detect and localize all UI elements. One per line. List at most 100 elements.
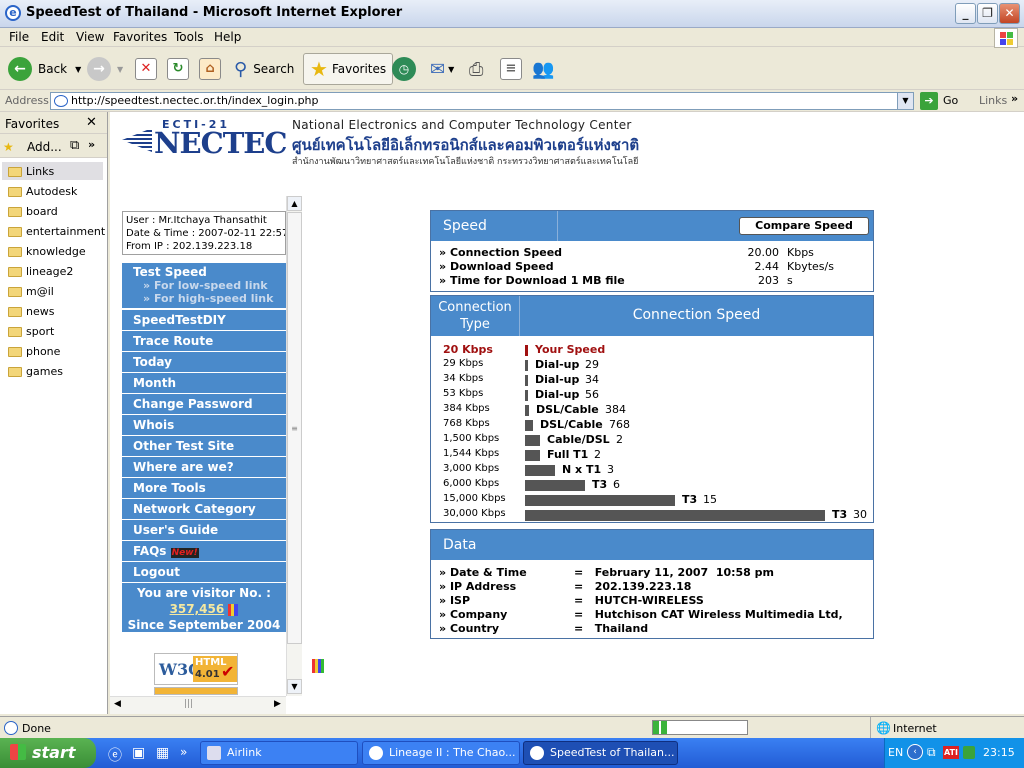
scroll-up-icon[interactable]: ▲: [287, 196, 302, 211]
refresh-icon: ↻: [167, 58, 189, 80]
print-button[interactable]: ⎙: [469, 53, 483, 85]
nav-item-today[interactable]: Today: [122, 352, 286, 373]
nav-item-trace-route[interactable]: Trace Route: [122, 331, 286, 352]
dropdown-arrow-icon: ▼: [75, 64, 82, 74]
nav-item-speedtestdiy[interactable]: SpeedTestDIY: [122, 310, 286, 331]
speed-bar-multiplier: 29: [585, 358, 599, 371]
go-arrow-icon[interactable]: ➔: [920, 92, 938, 110]
data-row-company-value: = Hutchison CAT Wireless Multimedia Ltd,: [574, 608, 843, 621]
speed-bar-multiplier: 2: [594, 448, 601, 461]
menu-view[interactable]: View: [76, 30, 104, 44]
stop-button[interactable]: ✕: [135, 53, 157, 85]
media-quicklaunch-icon[interactable]: ▦: [156, 745, 169, 761]
security-zone: Internet: [893, 722, 937, 735]
menu-file[interactable]: File: [9, 30, 29, 44]
menu-favorites[interactable]: Favorites: [113, 30, 167, 44]
folder-icon: [8, 247, 22, 257]
search-button[interactable]: ⚲ Search: [234, 53, 294, 85]
folder-icon: [8, 307, 22, 317]
nav-item-whois[interactable]: Whois: [122, 415, 286, 436]
visitor-count[interactable]: 357,456: [170, 602, 225, 616]
speed-bar-multiplier: 768: [609, 418, 630, 431]
mail-button[interactable]: ✉ ▼: [430, 53, 454, 85]
speed-panel: Speed Compare Speed » Connection Speed 2…: [430, 210, 874, 292]
nav-item-network-category[interactable]: Network Category: [122, 499, 286, 520]
chevron-right-icon[interactable]: »: [1011, 92, 1018, 105]
scroll-left-icon[interactable]: ◀: [114, 699, 121, 709]
nav-item-change-password[interactable]: Change Password: [122, 394, 286, 415]
folder-quicklaunch-icon[interactable]: ▣: [132, 745, 145, 761]
favorites-button[interactable]: ★ Favorites: [303, 53, 394, 85]
nav-item-where-are-we[interactable]: Where are we?: [122, 457, 286, 478]
messenger-button[interactable]: 👥: [532, 53, 554, 85]
network-tray-icon[interactable]: ⧉: [927, 745, 936, 760]
folder-icon: [8, 347, 22, 357]
speed-bar-label: Dial-up: [535, 388, 580, 401]
status-bar: Done 🌐 Internet: [0, 716, 1024, 738]
speed-bar-label: Cable/DSL: [547, 433, 610, 446]
speed-bar: [525, 480, 585, 491]
edit-button[interactable]: ≡: [500, 53, 522, 85]
more-quicklaunch-icon[interactable]: »: [180, 745, 187, 759]
nav-item-faqs[interactable]: FAQs New!: [122, 541, 286, 562]
nav-item-month[interactable]: Month: [122, 373, 286, 394]
chevron-right-icon[interactable]: »: [88, 138, 95, 151]
task-speedtest[interactable]: SpeedTest of Thailan...: [523, 741, 678, 765]
task-lineage[interactable]: Lineage II : The Chao...: [362, 741, 520, 765]
nav-item-other-test-site[interactable]: Other Test Site: [122, 436, 286, 457]
scroll-down-icon[interactable]: ▼: [287, 679, 302, 694]
address-dropdown-icon[interactable]: ▼: [897, 93, 913, 109]
nectec-logo: ECTI-21 NECTEC: [122, 118, 287, 160]
speed-bar-multiplier: 30: [853, 508, 867, 521]
menu-tools[interactable]: Tools: [174, 30, 204, 44]
close-pane-icon[interactable]: ✕: [86, 115, 97, 130]
data-row-ip-label: » IP Address: [439, 580, 517, 593]
task-airlink[interactable]: Airlink: [200, 741, 358, 765]
ie-quicklaunch-icon[interactable]: ⓔ: [108, 745, 122, 765]
nav-frame-hscrollbar[interactable]: ◀ ||| ▶: [110, 696, 286, 714]
forward-button[interactable]: → ▼: [87, 53, 123, 85]
scroll-thumb[interactable]: ≡: [287, 212, 302, 644]
hscroll-thumb[interactable]: |||: [184, 699, 193, 709]
address-input[interactable]: http://speedtest.nectec.or.th/index_logi…: [50, 92, 914, 110]
maximize-button[interactable]: ❐: [977, 3, 998, 24]
w3c-html-badge[interactable]: W3C HTML 4.01 ✔: [154, 653, 238, 685]
speed-bar: [525, 360, 528, 371]
back-button[interactable]: ← Back ▼: [8, 53, 81, 85]
compare-speed-button[interactable]: Compare Speed: [739, 217, 869, 235]
tray-expand-icon[interactable]: ‹: [907, 744, 923, 760]
go-button[interactable]: Go: [943, 94, 958, 107]
nav-frame-scrollbar[interactable]: ▲ ≡ ▼: [286, 196, 302, 696]
nav-item-more-tools[interactable]: More Tools: [122, 478, 286, 499]
windows-logo-icon: [994, 28, 1018, 48]
start-button[interactable]: start: [0, 738, 96, 768]
organize-icon[interactable]: ⧉: [70, 138, 79, 153]
speed-category-label: 29 Kbps: [443, 358, 484, 369]
speed-category-label: 6,000 Kbps: [443, 478, 500, 489]
nav-item-logout[interactable]: Logout: [122, 562, 286, 583]
nav-low-speed-link[interactable]: » For low-speed link: [133, 279, 286, 292]
nav-high-speed-link[interactable]: » For high-speed link: [133, 292, 286, 305]
history-button[interactable]: ◷: [392, 53, 416, 85]
scroll-right-icon[interactable]: ▶: [274, 699, 281, 709]
speed-category-label: 34 Kbps: [443, 373, 484, 384]
minimize-button[interactable]: _: [955, 3, 976, 24]
header-english: National Electronics and Computer Techno…: [292, 118, 632, 132]
nav-item-users-guide[interactable]: User's Guide: [122, 520, 286, 541]
nav-test-speed-label[interactable]: Test Speed: [133, 265, 286, 279]
add-favorite-button[interactable]: Add...: [27, 140, 62, 154]
home-button[interactable]: ⌂: [199, 53, 221, 85]
speed-category-label: 20 Kbps: [443, 343, 493, 356]
ati-tray-icon[interactable]: ATI: [943, 746, 959, 759]
menu-help[interactable]: Help: [214, 30, 241, 44]
language-indicator[interactable]: EN: [888, 746, 903, 759]
links-button[interactable]: Links: [979, 94, 1007, 107]
app-tray-icon[interactable]: [963, 746, 975, 759]
menu-edit[interactable]: Edit: [41, 30, 64, 44]
speed-panel-header: Speed Compare Speed: [431, 211, 873, 241]
favorites-add-bar: ★ Add... ⧉ »: [0, 134, 107, 158]
close-button[interactable]: ✕: [999, 3, 1020, 24]
refresh-button[interactable]: ↻: [167, 53, 189, 85]
speed-category-label: 1,500 Kbps: [443, 433, 500, 444]
speed-bar-label: Dial-up: [535, 358, 580, 371]
